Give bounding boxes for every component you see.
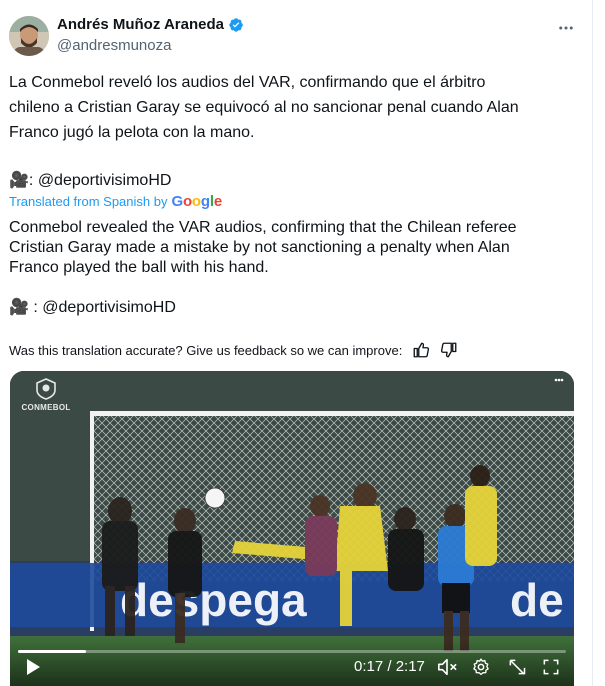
tweet-line: chileno a Cristian Garay se equivocó al … [9,99,519,116]
play-icon[interactable] [20,654,46,680]
author-display-name-row[interactable]: Andrés Muñoz Araneda [57,16,244,33]
translated-line: Franco played the ball with his hand. [9,259,269,276]
mention-link[interactable]: : @deportivisimoHD [29,172,172,189]
camera-icon: 🎥 [9,172,29,189]
tweet-camera-line: 🎥: @deportivisimoHD [9,168,579,193]
translation-label: Translated from Spanish by [9,194,168,209]
conmebol-logo-text: CONMEBOL [21,403,71,412]
tweet-header: Andrés Muñoz Araneda @andresmunoza [9,14,592,58]
progress-fill [18,650,86,653]
controls-row: 0:17 / 2:17 [10,654,574,680]
video-controls: 0:17 / 2:17 [10,638,574,686]
thumbs-up-icon[interactable] [412,341,430,359]
progress-track[interactable] [18,650,566,653]
translated-line: Cristian Garay made a mistake by not san… [9,239,510,256]
fullscreen-icon[interactable] [538,654,564,680]
soccer-ball [204,487,226,509]
video-player[interactable]: despega de CONMEBOL 0:17 / 2:17 [10,371,574,686]
google-letter: g [200,193,210,210]
picture-in-picture-icon[interactable] [504,654,530,680]
tweet-card: Andrés Muñoz Araneda @andresmunoza La Co… [0,0,593,686]
translation-attribution[interactable]: Translated from Spanish by Google [9,193,222,210]
mute-icon[interactable] [434,654,460,680]
video-time: 0:17 / 2:17 [354,658,425,675]
translated-body: Conmebol revealed the VAR audios, confir… [9,218,584,278]
thumbs-down-icon[interactable] [440,341,458,359]
tweet-body: La Conmebol reveló los audios del VAR, c… [9,70,579,193]
google-logo: Google [171,193,222,210]
author-display-name[interactable]: Andrés Muñoz Araneda [57,16,224,33]
ad-board-text: despega [120,574,307,626]
author-names: Andrés Muñoz Araneda @andresmunoza [57,16,244,54]
google-letter: o [182,193,192,210]
verified-badge-icon[interactable] [228,17,244,33]
google-letter: G [171,193,183,210]
google-letter: o [191,193,201,210]
google-letter: e [213,193,222,210]
tweet-line: Franco jugó la pelota con la mano. [9,124,255,141]
author-handle[interactable]: @andresmunoza [57,37,244,54]
translated-camera-line: 🎥 : @deportivisimoHD [9,297,176,317]
avatar[interactable] [9,16,49,56]
camera-icon: 🎥 [9,299,29,316]
tweet-line: La Conmebol reveló los audios del VAR, c… [9,74,486,91]
more-options-icon[interactable] [554,16,578,40]
translation-feedback: Was this translation accurate? Give us f… [9,341,458,359]
tweet-spacer [9,145,579,168]
video-options-icon[interactable] [554,375,564,385]
feedback-prompt: Was this translation accurate? Give us f… [9,342,403,358]
ad-board-text-right: de [510,574,564,626]
mention-link[interactable]: : @deportivisimoHD [29,299,176,316]
settings-gear-icon[interactable] [468,654,494,680]
conmebol-logo: CONMEBOL [21,377,71,415]
translated-line: Conmebol revealed the VAR audios, confir… [9,219,517,236]
